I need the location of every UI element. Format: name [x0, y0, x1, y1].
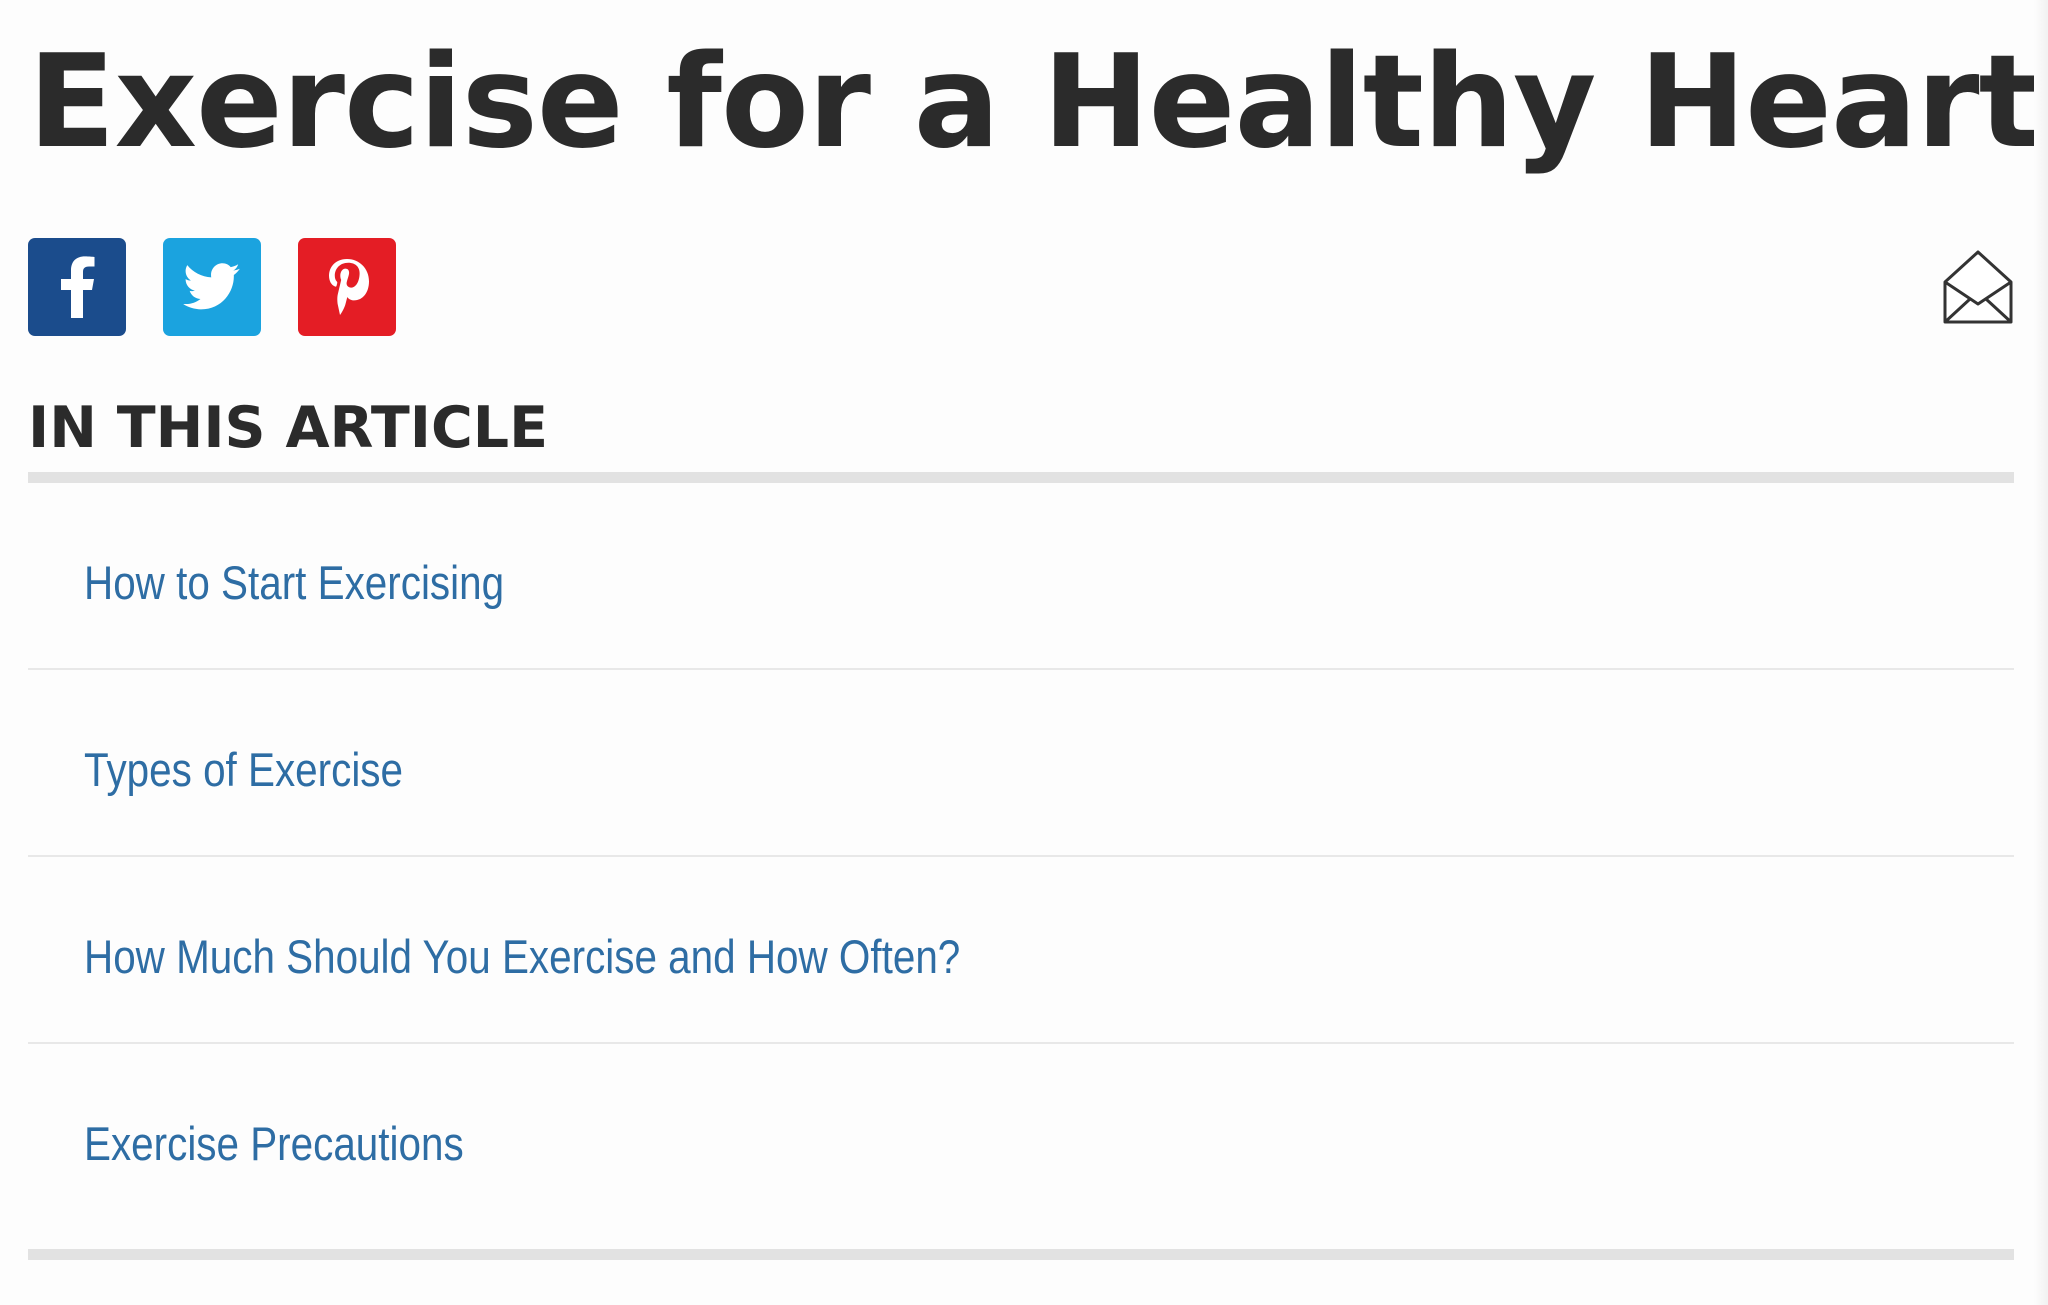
- share-bar: [28, 238, 2014, 336]
- envelope-icon: [1943, 250, 2013, 324]
- pinterest-share-button[interactable]: [298, 238, 396, 336]
- toc-link-how-much-how-often[interactable]: How Much Should You Exercise and How Oft…: [84, 929, 960, 985]
- toc-heading: IN THIS ARTICLE: [28, 395, 549, 461]
- toc-item-exercise-precautions: Exercise Precautions: [28, 1044, 2014, 1231]
- facebook-icon: [61, 256, 95, 318]
- toc-item-start-exercising: How to Start Exercising: [28, 483, 2014, 670]
- toc-divider-top: [28, 472, 2014, 483]
- article-page: Exercise for a Healthy Heart IN THIS ART…: [28, 0, 2040, 1305]
- toc-link-types-of-exercise[interactable]: Types of Exercise: [84, 742, 403, 798]
- toc-item-types-of-exercise: Types of Exercise: [28, 670, 2014, 857]
- page-title: Exercise for a Healthy Heart: [28, 28, 2040, 177]
- facebook-share-button[interactable]: [28, 238, 126, 336]
- twitter-icon: [183, 263, 240, 310]
- toc-list: How to Start Exercising Types of Exercis…: [28, 483, 2014, 1231]
- page-edge-shadow: [2034, 0, 2048, 1305]
- toc-item-how-much-how-often: How Much Should You Exercise and How Oft…: [28, 857, 2014, 1044]
- toc-link-exercise-precautions[interactable]: Exercise Precautions: [84, 1116, 464, 1172]
- toc-divider-bottom: [28, 1249, 2014, 1260]
- email-share-button[interactable]: [1942, 248, 2014, 326]
- toc-link-start-exercising[interactable]: How to Start Exercising: [84, 555, 504, 611]
- pinterest-icon: [329, 259, 369, 315]
- twitter-share-button[interactable]: [163, 238, 261, 336]
